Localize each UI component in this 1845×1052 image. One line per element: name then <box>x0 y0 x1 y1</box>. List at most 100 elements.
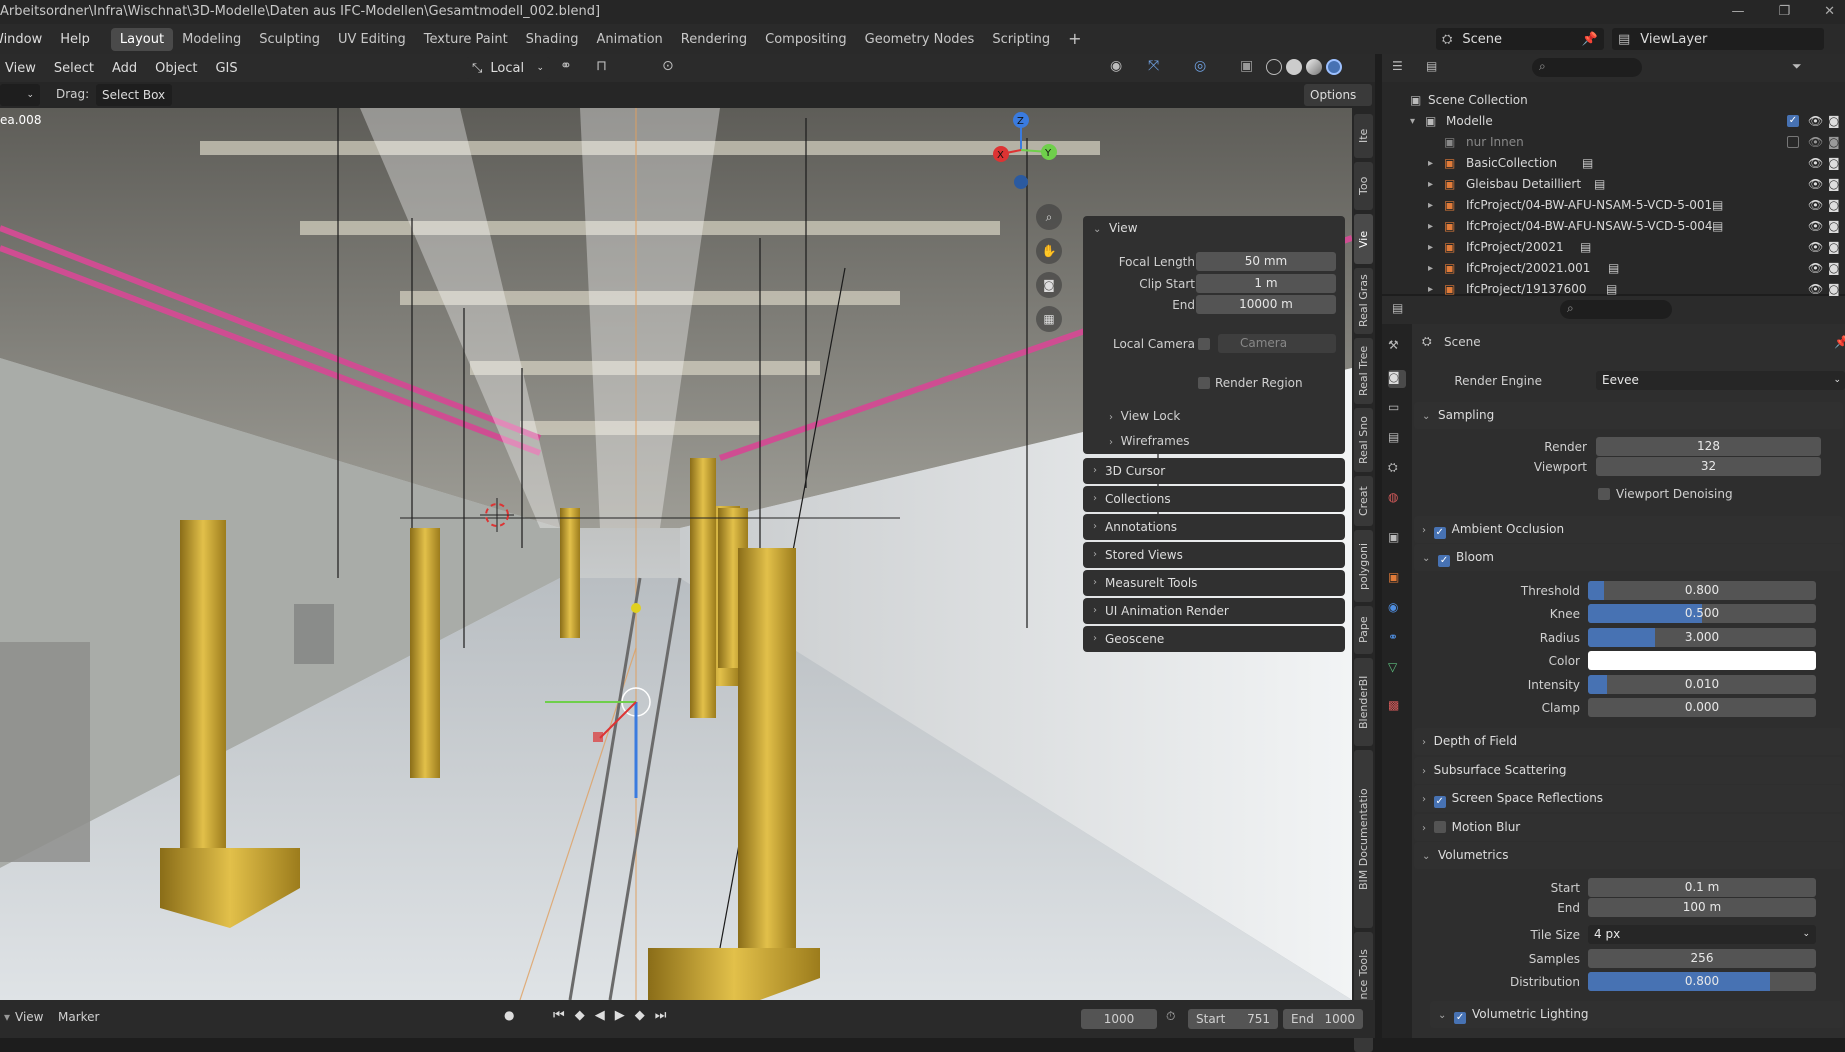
eye-icon[interactable]: 👁 <box>1808 111 1823 132</box>
view-layer-tab-icon[interactable]: ▤ <box>1388 430 1406 448</box>
current-frame-field[interactable]: 1000 <box>1081 1009 1157 1029</box>
tab-create[interactable]: Creat <box>1354 476 1373 526</box>
expand-icon[interactable]: ▸ <box>1428 258 1433 279</box>
pin-icon[interactable]: 📌 <box>1834 335 1845 349</box>
drag-dropdown[interactable]: Select Box <box>96 84 172 106</box>
tab-texture-paint[interactable]: Texture Paint <box>415 28 517 51</box>
tab-animation[interactable]: Animation <box>587 28 671 51</box>
prev-keyframe-icon[interactable]: ◆ <box>575 1008 585 1023</box>
expand-icon[interactable]: ▸ <box>1428 174 1433 195</box>
overlay-icon[interactable]: ◎ <box>1194 58 1206 74</box>
outliner-row[interactable]: ▸ ▣ IfcProject/20021 ▤ 👁 ◙ <box>1382 237 1845 258</box>
view-lock-subpanel[interactable]: › View Lock <box>1109 409 1180 423</box>
add-workspace-icon[interactable]: + <box>1059 28 1090 51</box>
tab-modeling[interactable]: Modeling <box>173 28 250 51</box>
render-camera-icon[interactable]: ◙ <box>1828 174 1840 195</box>
texture-tab-icon[interactable]: ▩ <box>1388 698 1406 716</box>
vp-menu-object[interactable]: Object <box>146 61 206 76</box>
viewport-denoising-checkbox[interactable] <box>1598 488 1610 500</box>
expand-icon[interactable]: ▸ <box>1428 153 1433 174</box>
wireframes-subpanel[interactable]: › Wireframes <box>1109 434 1189 448</box>
render-camera-icon[interactable]: ◙ <box>1828 195 1840 216</box>
pin-icon[interactable]: 📌 <box>1582 32 1598 47</box>
outliner-row[interactable]: ▾ ▣ Modelle ✓ 👁 ◙ <box>1382 111 1845 132</box>
view-layer-selector[interactable]: ▤ ViewLayer <box>1612 28 1824 50</box>
render-camera-icon[interactable]: ◙ <box>1828 153 1840 174</box>
clip-start-field[interactable]: 1 m <box>1196 274 1336 293</box>
render-tab-icon[interactable]: ◙ <box>1388 370 1406 388</box>
panel-collections[interactable]: › Collections <box>1083 486 1345 512</box>
editor-type-icon[interactable]: ☰ <box>1392 59 1403 73</box>
tab-real-tree[interactable]: Real Tree <box>1354 338 1373 404</box>
render-camera-icon[interactable]: ◙ <box>1828 111 1840 132</box>
outliner-row[interactable]: ▣ nur Innen 👁 ◙ <box>1382 132 1845 153</box>
sampling-section[interactable]: ⌄ Sampling <box>1414 402 1843 429</box>
scene-collection-row[interactable]: ▣ Scene Collection <box>1382 90 1845 111</box>
menu-window[interactable]: Window <box>0 32 51 47</box>
filter-icon[interactable]: ⏷ <box>1792 59 1802 74</box>
options-button[interactable]: Options <box>1304 84 1372 106</box>
motion-blur-section[interactable]: › Motion Blur <box>1414 814 1843 841</box>
vp-menu-add[interactable]: Add <box>103 61 146 76</box>
tab-scripting[interactable]: Scripting <box>983 28 1059 51</box>
mode-dropdown[interactable]: ⌄ <box>0 84 40 106</box>
end-frame-field[interactable]: End 1000 <box>1283 1009 1363 1029</box>
panel-annotations[interactable]: › Annotations <box>1083 514 1345 540</box>
distribution-slider[interactable]: 0.800 <box>1588 972 1816 991</box>
render-region-checkbox[interactable] <box>1198 377 1210 389</box>
gizmo-icon[interactable]: ⤧ <box>1148 58 1159 74</box>
tab-item[interactable]: Ite <box>1354 114 1373 158</box>
threshold-slider[interactable]: 0.800 <box>1588 581 1816 600</box>
tab-tool[interactable]: Too <box>1354 162 1373 210</box>
eye-icon[interactable]: 👁 <box>1808 174 1823 195</box>
play-icon[interactable]: ▶ <box>615 1008 625 1023</box>
timeline-menu-view[interactable]: View <box>15 1010 43 1024</box>
render-samples-field[interactable]: 128 <box>1596 437 1821 456</box>
tab-view[interactable]: Vie <box>1354 214 1373 264</box>
vp-menu-gis[interactable]: GIS <box>206 61 246 76</box>
outliner-search-input[interactable]: ⌕ <box>1532 58 1642 77</box>
data-tab-icon[interactable]: ▽ <box>1388 660 1406 678</box>
panel-measureit-tools[interactable]: › Measurelt Tools <box>1083 570 1345 596</box>
render-engine-dropdown[interactable]: Eevee ⌄ <box>1596 371 1845 390</box>
jump-end-icon[interactable]: ⏭ <box>655 1008 667 1023</box>
focal-length-field[interactable]: 50 mm <box>1196 252 1336 271</box>
editor-type-icon[interactable]: ▾ <box>4 1010 10 1024</box>
snap-icon[interactable]: ⊓ <box>596 58 607 74</box>
collection-tab-icon[interactable]: ▣ <box>1388 530 1406 548</box>
object-tab-icon[interactable]: ▣ <box>1388 570 1406 588</box>
tab-compositing[interactable]: Compositing <box>756 28 856 51</box>
outliner-row[interactable]: ▸ ▣ IfcProject/04-BW-AFU-NSAW-5-VCD-5-00… <box>1382 216 1845 237</box>
panel-3d-cursor[interactable]: › 3D Cursor <box>1083 458 1345 484</box>
display-mode-icon[interactable]: ▤ <box>1426 59 1437 73</box>
ssr-section[interactable]: › ✓ Screen Space Reflections <box>1414 785 1843 812</box>
pivot-icon[interactable]: ⚭ <box>560 58 572 74</box>
vol-start-field[interactable]: 0.1 m <box>1588 878 1816 897</box>
close-icon[interactable]: ✕ <box>1824 0 1835 24</box>
panel-geoscene[interactable]: › Geoscene <box>1083 626 1345 652</box>
output-tab-icon[interactable]: ▭ <box>1388 400 1406 418</box>
scene-tab-icon[interactable]: ⛭ <box>1388 460 1406 478</box>
tab-paper[interactable]: Pape <box>1354 606 1373 654</box>
transform-orientation[interactable]: ⤡ Local ⌄ <box>466 57 550 79</box>
menu-help[interactable]: Help <box>51 32 99 47</box>
ao-checkbox[interactable]: ✓ <box>1433 527 1446 539</box>
3d-viewport[interactable]: ea.008 Z Y X ⌕ ✋ ◙ ▦ ⌄ View Focal Length… <box>0 108 1352 1000</box>
proportional-edit-icon[interactable]: ⊙ <box>662 58 674 74</box>
tab-real-grass[interactable]: Real Gras <box>1354 268 1373 334</box>
expand-icon[interactable]: ▾ <box>1410 111 1415 132</box>
camera-field[interactable]: Camera <box>1218 334 1336 353</box>
local-camera-checkbox[interactable] <box>1198 338 1210 350</box>
eye-icon[interactable]: 👁 <box>1808 237 1823 258</box>
exclude-checkbox[interactable]: ✓ <box>1787 115 1799 127</box>
eye-icon[interactable]: 👁 <box>1808 132 1823 153</box>
vp-menu-view[interactable]: View <box>0 61 45 76</box>
tab-blenderbim[interactable]: BlenderBI <box>1354 658 1373 746</box>
jump-start-icon[interactable]: ⏮ <box>553 1008 565 1023</box>
tab-real-snow[interactable]: Real Sno <box>1354 408 1373 472</box>
tab-layout[interactable]: Layout <box>110 27 174 51</box>
tool-tab-icon[interactable]: ⚒ <box>1388 338 1406 356</box>
minimize-icon[interactable]: — <box>1731 0 1744 24</box>
scene-selector[interactable]: ⛭ Scene 📌 <box>1436 28 1604 50</box>
rendered-shading-icon[interactable] <box>1326 59 1342 75</box>
